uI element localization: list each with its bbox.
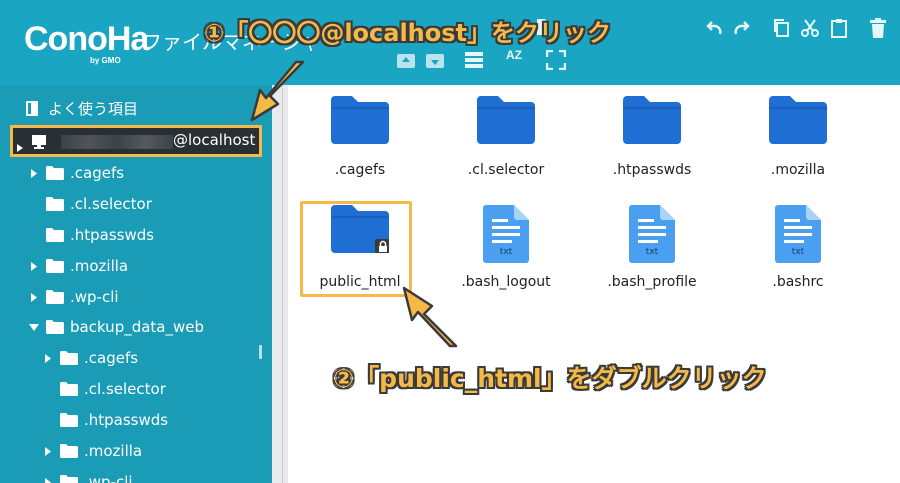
- paste-icon[interactable]: [830, 18, 848, 38]
- folder-icon: [46, 197, 64, 211]
- folder-icon: [60, 444, 78, 458]
- folder-icon: [46, 166, 64, 180]
- txt-badge: txt: [791, 247, 805, 257]
- caret-right-icon[interactable]: [42, 477, 54, 483]
- tree-item-label: .cl.selector: [84, 379, 166, 398]
- tree-item-label: .wp-cli: [70, 287, 119, 306]
- logo-sub: by GMO: [90, 56, 121, 65]
- caret-right-icon[interactable]: [28, 261, 40, 271]
- file-name: .bash_profile: [607, 274, 697, 290]
- tree-item-label: .cl.selector: [70, 194, 152, 213]
- folder-icon: [60, 382, 78, 396]
- caret-right-icon[interactable]: [28, 292, 40, 302]
- text-file-icon: txt: [738, 205, 858, 263]
- folder-icon: [46, 228, 64, 242]
- public-html-highlight: [300, 201, 412, 297]
- tree-item-label: .wp-cli: [84, 472, 133, 483]
- folder-icon: [60, 413, 78, 427]
- folder-icon: [60, 351, 78, 365]
- caret-down-icon[interactable]: [28, 323, 40, 331]
- download-icon[interactable]: [426, 54, 444, 68]
- tree-item-label: .cagefs: [84, 348, 139, 367]
- tree-item[interactable]: .wp-cli: [42, 471, 133, 483]
- panel-divider[interactable]: [272, 85, 288, 483]
- tree-item-label: .htpasswds: [84, 410, 169, 429]
- cut-icon[interactable]: [800, 18, 820, 38]
- text-file-icon: txt: [592, 205, 712, 263]
- arrow-to-public-html-icon: [402, 286, 458, 348]
- file-name: .mozilla: [770, 162, 826, 178]
- tree-item[interactable]: .mozilla: [42, 440, 142, 462]
- tree-item[interactable]: .cl.selector: [28, 193, 152, 215]
- copy-icon[interactable]: [772, 18, 790, 38]
- txt-badge: txt: [499, 247, 513, 257]
- folder-icon: [46, 290, 64, 304]
- file-name: .bashrc: [772, 274, 824, 290]
- computer-icon: [31, 134, 47, 154]
- undo-icon[interactable]: [706, 20, 724, 36]
- bookmark-icon: [26, 100, 38, 116]
- file-name: .cl.selector: [467, 162, 545, 178]
- folder-icon: [60, 475, 78, 483]
- tree-item-label: .htpasswds: [70, 225, 155, 244]
- redo-icon[interactable]: [732, 20, 750, 36]
- favorites-label: よく使う項目: [48, 99, 139, 118]
- tree-item-label: .cagefs: [70, 163, 125, 182]
- trash-icon[interactable]: [870, 18, 886, 38]
- folder-icon: [446, 96, 566, 144]
- tree-item-label: .mozilla: [70, 256, 129, 275]
- file-name: .bash_logout: [461, 274, 551, 290]
- conoha-logo: ConoHa: [24, 20, 149, 58]
- tree-item-label: backup_data_web: [70, 317, 205, 336]
- tree-item[interactable]: .wp-cli: [28, 286, 119, 308]
- tree-item[interactable]: .cl.selector: [42, 378, 166, 400]
- tree-item[interactable]: .cagefs: [42, 347, 138, 369]
- tree-item[interactable]: .htpasswds: [28, 224, 154, 246]
- caret-right-icon: [17, 137, 23, 156]
- caret-right-icon[interactable]: [42, 353, 54, 363]
- tree-item[interactable]: .mozilla: [28, 255, 128, 277]
- arrow-to-localhost-icon: [250, 60, 305, 122]
- txt-badge: txt: [645, 247, 659, 257]
- text-file-icon: txt: [446, 205, 566, 263]
- fullscreen-icon[interactable]: [546, 50, 566, 70]
- sidebar-scrollbar[interactable]: [259, 345, 262, 359]
- file-name: .htpasswds: [612, 162, 692, 178]
- annotation-step2: ②「public_html」をダブルクリック: [333, 364, 767, 393]
- folder-icon: [300, 96, 420, 144]
- redacted-username: [61, 135, 173, 149]
- tree-item[interactable]: backup_data_web: [28, 316, 204, 338]
- file-name: .cagefs: [334, 162, 386, 178]
- favorites-item[interactable]: よく使う項目: [26, 97, 138, 119]
- caret-right-icon[interactable]: [28, 168, 40, 178]
- upload-icon[interactable]: [397, 54, 415, 68]
- tree-item[interactable]: .htpasswds: [42, 409, 168, 431]
- list-view-icon[interactable]: [465, 52, 483, 68]
- folder-icon: [46, 320, 64, 334]
- localhost-node[interactable]: @localhost: [10, 125, 262, 157]
- folder-icon: [46, 259, 64, 273]
- folder-icon: [592, 96, 712, 144]
- caret-right-icon[interactable]: [42, 446, 54, 456]
- host-label: @localhost: [173, 131, 256, 149]
- tree-item-label: .mozilla: [84, 441, 143, 460]
- folder-icon: [738, 96, 858, 144]
- tree-item[interactable]: .cagefs: [28, 162, 124, 184]
- sort-az-icon[interactable]: AZ: [506, 48, 522, 62]
- annotation-step1: ①「〇〇〇@localhost」をクリック: [204, 19, 612, 47]
